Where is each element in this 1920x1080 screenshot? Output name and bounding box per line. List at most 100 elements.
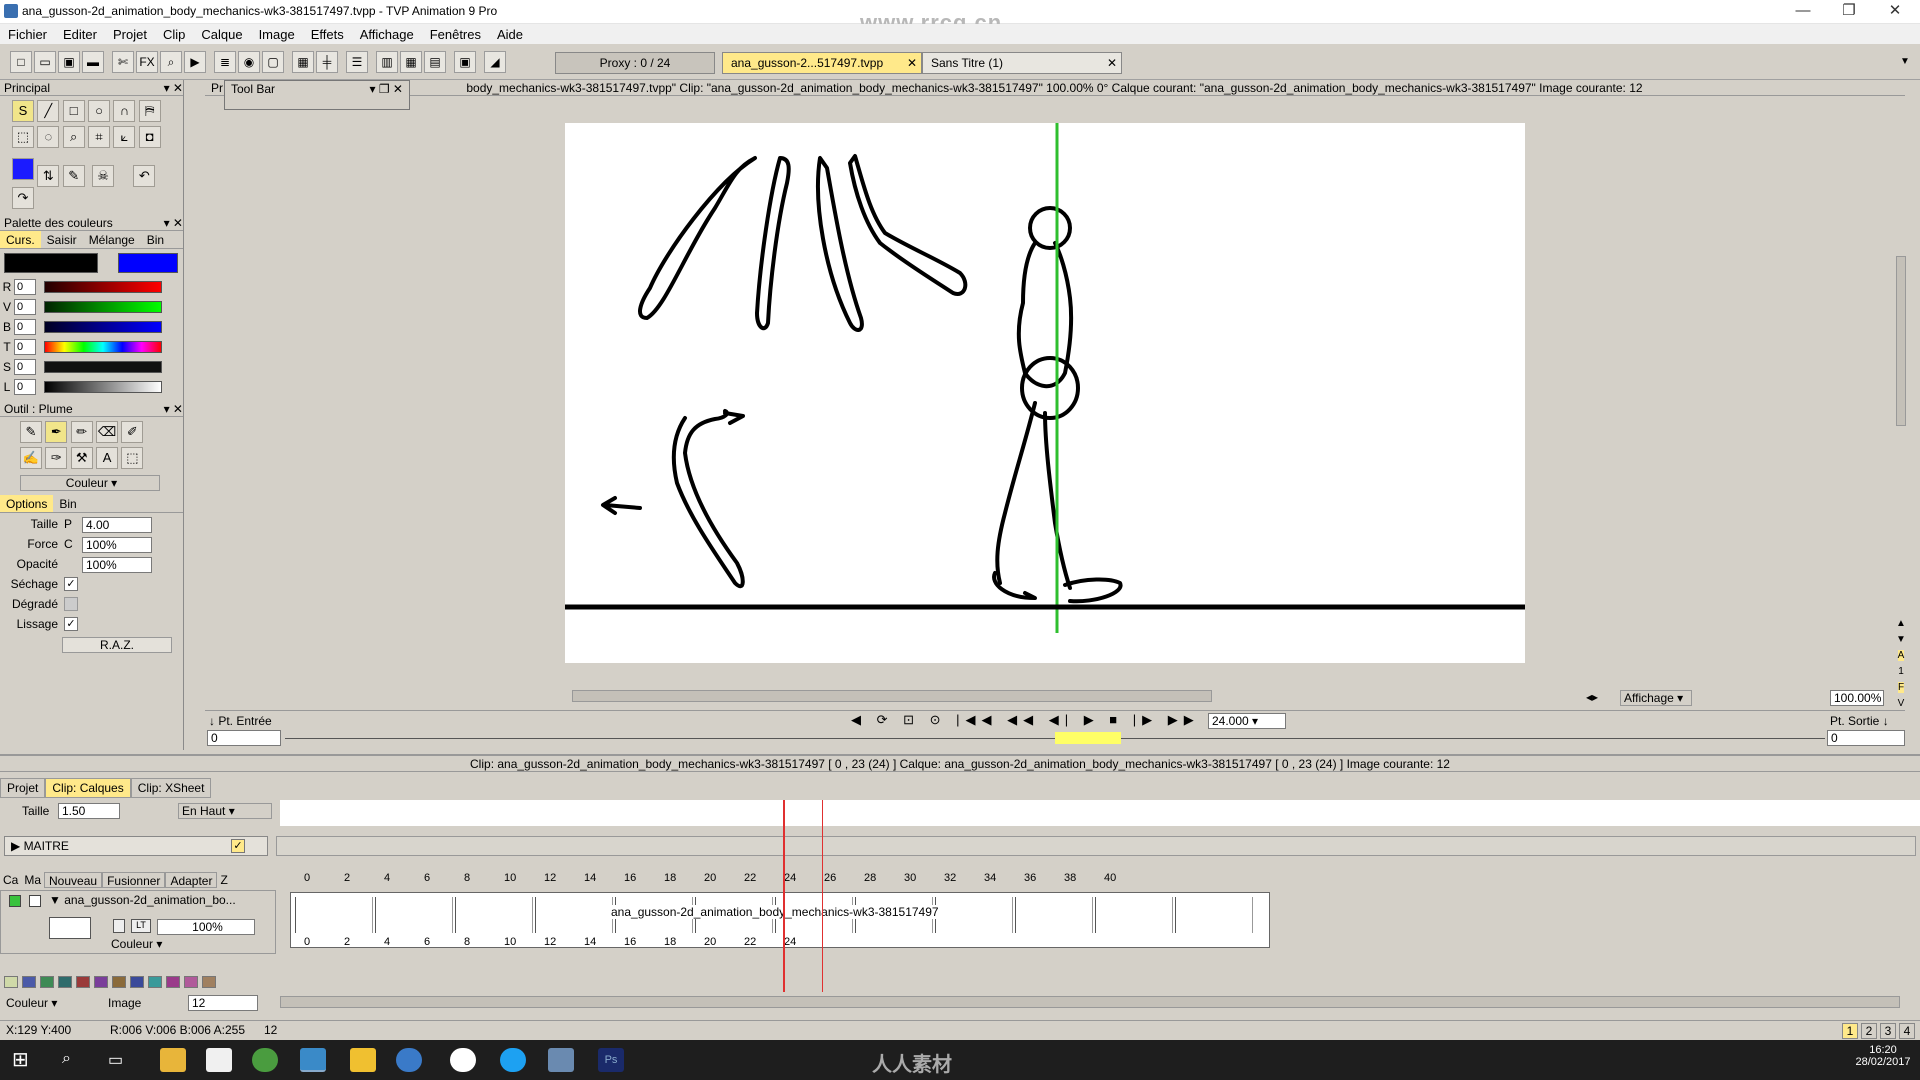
airbrush-icon[interactable]: ✑ xyxy=(45,447,68,469)
select-area-icon[interactable]: ⬚ xyxy=(121,447,144,469)
slider-value[interactable]: 0 xyxy=(14,279,36,295)
tag-color[interactable] xyxy=(202,976,216,988)
degrade-checkbox[interactable] xyxy=(64,597,78,611)
chevron-down-icon[interactable]: ▼ xyxy=(1900,56,1910,67)
tag-color[interactable] xyxy=(58,976,72,988)
frame-cell[interactable] xyxy=(1095,897,1173,933)
crop-icon[interactable]: ⌗ xyxy=(88,126,111,148)
tab-projet[interactable]: Projet xyxy=(0,778,46,798)
new-file-icon[interactable]: □ xyxy=(10,51,32,73)
frame-cell[interactable] xyxy=(1175,897,1253,933)
magnify-icon[interactable]: ⌕ xyxy=(62,126,85,148)
frame-cell[interactable] xyxy=(935,897,1013,933)
doc-tab-active[interactable]: ana_gusson-2...517497.tvpp ✕ xyxy=(722,52,922,74)
panel-close-icon[interactable]: ▾ ✕ xyxy=(164,401,183,416)
open-folder-icon[interactable]: ▭ xyxy=(34,51,56,73)
tab-clip-xsheet[interactable]: Clip: XSheet xyxy=(130,778,212,798)
popup-controls-icon[interactable]: ▾ ❐ ✕ xyxy=(369,82,403,96)
curve-icon[interactable]: ∩ xyxy=(113,100,136,122)
search-icon[interactable]: ⌕ xyxy=(62,1050,71,1068)
frame-cell[interactable] xyxy=(375,897,453,933)
tag-color[interactable] xyxy=(94,976,108,988)
tag-color[interactable] xyxy=(40,976,54,988)
menu-image[interactable]: Image xyxy=(251,27,303,42)
restore-icon[interactable]: ❐ xyxy=(1826,0,1872,24)
chrome-alt-icon[interactable] xyxy=(396,1048,422,1072)
couleur-footer[interactable]: Couleur ▾ xyxy=(6,996,57,1010)
lock-icon[interactable] xyxy=(113,919,125,933)
frame-cell[interactable] xyxy=(1015,897,1093,933)
tab-bin[interactable]: Bin xyxy=(141,231,170,248)
brush-icon[interactable]: ✐ xyxy=(121,421,144,443)
frame-cell[interactable] xyxy=(295,897,373,933)
blue-slider-bar[interactable] xyxy=(44,321,162,333)
layer-visible-toggle[interactable] xyxy=(9,895,21,907)
menu-aide[interactable]: Aide xyxy=(489,27,531,42)
scroll-thumb[interactable] xyxy=(1896,256,1906,426)
chrome-icon[interactable] xyxy=(252,1048,278,1072)
file-explorer-icon[interactable] xyxy=(160,1048,186,1072)
store-icon[interactable] xyxy=(206,1048,232,1072)
light-table-icon[interactable]: LT xyxy=(131,919,151,933)
color-swatch-icon[interactable] xyxy=(12,158,34,180)
slider-value[interactable]: 0 xyxy=(14,319,36,335)
view-side-buttons[interactable]: ▲ ▼ A 1 F V xyxy=(1892,616,1910,712)
frame-slider[interactable]: 0 0 xyxy=(205,730,1905,746)
warp-icon[interactable]: ⟀ xyxy=(113,126,136,148)
chat-icon[interactable] xyxy=(350,1048,376,1072)
slider-handle[interactable] xyxy=(1055,732,1121,744)
slider-value[interactable]: 0 xyxy=(14,379,36,395)
raz-button[interactable]: R.A.Z. xyxy=(62,637,172,653)
window-icon[interactable] xyxy=(548,1048,574,1072)
folder-icon[interactable]: ▬ xyxy=(82,51,104,73)
sechage-checkbox[interactable]: ✓ xyxy=(64,577,78,591)
out-point-field[interactable]: 0 xyxy=(1827,730,1905,746)
layer-name[interactable]: ▼ ana_gusson-2d_animation_bo... xyxy=(49,893,236,907)
menu-fichier[interactable]: Fichier xyxy=(0,27,55,42)
grid-icon[interactable]: ▦ xyxy=(292,51,314,73)
timeline-hscroll[interactable] xyxy=(280,996,1900,1008)
opacite-field[interactable]: 100% xyxy=(82,557,152,573)
redo-icon[interactable]: ↷ xyxy=(12,187,34,209)
wacom-icon[interactable] xyxy=(450,1048,476,1072)
page-4[interactable]: 4 xyxy=(1899,1023,1915,1039)
page-2[interactable]: 2 xyxy=(1861,1023,1877,1039)
secondary-color-swatch[interactable] xyxy=(118,253,178,273)
menu-projet[interactable]: Projet xyxy=(105,27,155,42)
tools-icon[interactable]: ✄ xyxy=(112,51,134,73)
nouveau-button[interactable]: Nouveau xyxy=(44,872,103,888)
skull-icon[interactable]: ☠ xyxy=(92,165,115,187)
layout2-icon[interactable]: ▦ xyxy=(400,51,422,73)
tab-melange[interactable]: Mélange xyxy=(83,231,141,248)
layer-mode[interactable]: Couleur ▾ xyxy=(111,937,162,951)
page-1[interactable]: 1 xyxy=(1842,1023,1858,1039)
close-icon[interactable]: ✕ xyxy=(1872,0,1918,24)
maitre-check[interactable]: ✓ xyxy=(231,839,245,853)
menu-editer[interactable]: Editer xyxy=(55,27,105,42)
couleur-dropdown[interactable]: Couleur ▾ xyxy=(20,475,160,491)
stamp-icon[interactable]: ◘ xyxy=(138,126,161,148)
text-icon[interactable]: A xyxy=(96,447,119,469)
adapter-button[interactable]: Adapter xyxy=(165,872,218,888)
frame-cell[interactable] xyxy=(535,897,613,933)
layout1-icon[interactable]: ▥ xyxy=(376,51,398,73)
page-3[interactable]: 3 xyxy=(1880,1023,1896,1039)
slider-r[interactable]: R0 xyxy=(0,277,183,297)
taille-field[interactable]: 1.50 xyxy=(58,803,120,819)
fusionner-button[interactable]: Fusionner xyxy=(102,872,166,888)
close-tab-icon[interactable]: ✕ xyxy=(907,53,917,73)
tag-color[interactable] xyxy=(112,976,126,988)
marker-icon[interactable]: ✏ xyxy=(70,421,93,443)
skype-icon[interactable] xyxy=(500,1048,526,1072)
tag-color[interactable] xyxy=(166,976,180,988)
ellipse-icon[interactable]: ○ xyxy=(88,100,111,122)
pen-icon[interactable]: ✒ xyxy=(45,421,68,443)
tab-clip-calques[interactable]: Clip: Calques xyxy=(45,778,131,798)
tag-color[interactable] xyxy=(22,976,36,988)
eraser-icon[interactable]: ⌫ xyxy=(96,421,119,443)
menu-fenetres[interactable]: Fenêtres xyxy=(422,27,489,42)
layers-icon[interactable]: ≣ xyxy=(214,51,236,73)
fx-icon[interactable]: FX xyxy=(136,51,158,73)
slider-value[interactable]: 0 xyxy=(14,299,36,315)
pipette-icon[interactable]: ✎ xyxy=(62,165,85,187)
